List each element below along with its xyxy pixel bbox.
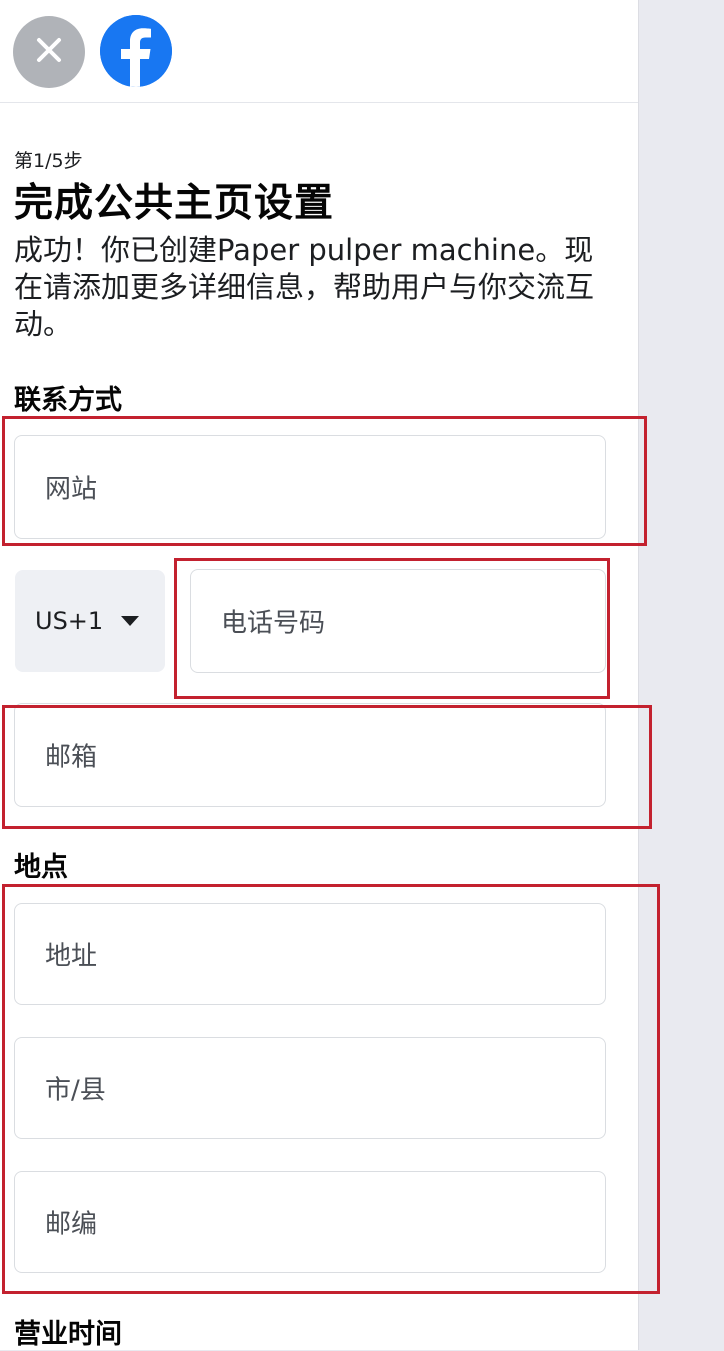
facebook-logo-icon[interactable] (100, 15, 172, 87)
city-input[interactable]: 市/县 (14, 1037, 606, 1139)
city-placeholder: 市/县 (45, 1075, 106, 1106)
website-placeholder: 网站 (45, 474, 98, 505)
address-placeholder: 地址 (45, 941, 98, 972)
email-placeholder: 邮箱 (45, 742, 98, 773)
close-button[interactable] (13, 16, 85, 88)
email-input[interactable]: 邮箱 (14, 703, 606, 807)
location-heading: 地点 (14, 852, 68, 883)
page-description: 成功！你已创建Paper pulper machine。现在请添加更多详细信息，… (14, 233, 595, 341)
right-background (638, 0, 724, 1350)
phone-placeholder: 电话号码 (221, 608, 326, 639)
contact-heading: 联系方式 (14, 385, 122, 416)
hours-heading: 营业时间 (14, 1319, 122, 1350)
address-input[interactable]: 地址 (14, 903, 606, 1005)
page-title: 完成公共主页设置 (14, 181, 335, 226)
top-bar (0, 0, 638, 103)
website-input[interactable]: 网站 (14, 435, 606, 539)
setup-panel: 第1/5步 完成公共主页设置 成功！你已创建Paper pulper machi… (0, 0, 638, 1350)
phone-input[interactable]: 电话号码 (190, 569, 606, 673)
step-indicator: 第1/5步 (14, 150, 83, 172)
country-code-value: US+1 (35, 607, 104, 635)
caret-down-icon (121, 616, 139, 626)
zip-placeholder: 邮编 (45, 1209, 98, 1240)
zip-input[interactable]: 邮编 (14, 1171, 606, 1273)
close-icon (34, 35, 64, 69)
country-code-select[interactable]: US+1 (15, 570, 165, 672)
